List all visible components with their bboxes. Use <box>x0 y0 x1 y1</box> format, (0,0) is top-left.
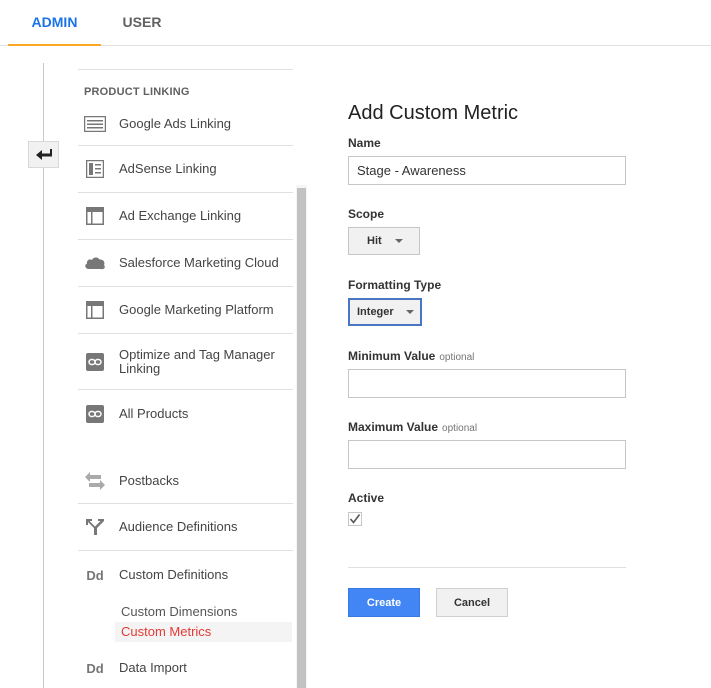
nav-item-all-products[interactable]: All Products <box>78 390 293 438</box>
chevron-down-icon <box>405 310 414 314</box>
ads-icon <box>84 113 106 135</box>
cloud-icon <box>84 252 106 274</box>
nav-item-adsense-linking[interactable]: AdSense Linking <box>78 146 293 193</box>
nav-item-label: Data Import <box>119 660 187 675</box>
audience-icon <box>84 516 106 538</box>
ad-exchange-icon <box>84 205 106 227</box>
nav-item-label: Ad Exchange Linking <box>119 208 242 223</box>
cancel-button[interactable]: Cancel <box>436 588 508 617</box>
create-button[interactable]: Create <box>348 588 420 617</box>
chevron-down-icon <box>394 239 403 243</box>
active-checkbox[interactable] <box>348 512 362 526</box>
section-title-product-linking: PRODUCT LINKING <box>84 86 190 98</box>
scope-select-value: Hit <box>367 235 382 247</box>
tab-user[interactable]: USER <box>101 0 183 46</box>
nav-item-label: AdSense Linking <box>119 161 217 176</box>
sub-item-custom-metrics[interactable]: Custom Metrics <box>115 622 292 642</box>
nav-item-optimize-tag-manager-linking[interactable]: Optimize and Tag Manager Linking <box>78 334 293 390</box>
nav-item-label: Postbacks <box>119 472 179 488</box>
nav-item-label: Google Ads Linking <box>119 116 232 131</box>
maximum-value-label-text: Maximum Value <box>348 420 439 434</box>
formatting-type-select-value: Integer <box>357 306 394 318</box>
nav-item-label: Custom Definitions <box>119 567 229 582</box>
tab-admin[interactable]: ADMIN <box>8 0 101 46</box>
nav-item-salesforce-marketing-cloud[interactable]: Salesforce Marketing Cloud <box>78 240 293 287</box>
form-title: Add Custom Metric <box>348 102 519 124</box>
dd-icon: Dd <box>84 657 106 679</box>
link-icon <box>84 351 106 373</box>
dd-glyph: Dd <box>86 567 104 583</box>
nav-item-google-ads-linking[interactable]: Google Ads Linking <box>78 103 293 146</box>
active-label: Active <box>348 491 385 505</box>
formatting-type-select[interactable]: Integer <box>348 298 422 326</box>
minimum-value-input[interactable] <box>348 369 626 398</box>
nav-item-label: Salesforce Marketing Cloud <box>119 255 279 270</box>
nav-item-google-marketing-platform[interactable]: Google Marketing Platform <box>78 287 293 334</box>
nav-item-ad-exchange-linking[interactable]: Ad Exchange Linking <box>78 193 293 240</box>
nav-item-label: Google Marketing Platform <box>119 302 274 317</box>
dd-icon: Dd <box>84 564 106 586</box>
dd-glyph: Dd <box>86 660 104 676</box>
maximum-value-input[interactable] <box>348 440 626 469</box>
nav-item-custom-definitions[interactable]: Dd Custom Definitions <box>78 551 293 599</box>
nav-item-postbacks[interactable]: Postbacks <box>78 458 293 504</box>
nav-item-audience-definitions[interactable]: Audience Definitions <box>78 504 293 551</box>
maximum-value-label: Maximum Value optional <box>348 420 477 434</box>
nav-top-divider <box>78 69 293 70</box>
name-label: Name <box>348 136 381 150</box>
sub-item-custom-dimensions[interactable]: Custom Dimensions <box>115 602 292 622</box>
collapse-back-button[interactable] <box>28 141 59 168</box>
optional-hint: optional <box>442 423 478 434</box>
scrollbar-thumb[interactable] <box>297 188 306 688</box>
minimum-value-label: Minimum Value optional <box>348 349 474 363</box>
nav-item-data-import[interactable]: Dd Data Import <box>78 646 293 688</box>
nav-item-label: Audience Definitions <box>119 519 238 534</box>
adsense-icon <box>84 158 106 180</box>
link-icon <box>84 403 106 425</box>
scope-label: Scope <box>348 207 385 221</box>
top-tab-bar: ADMIN USER <box>0 0 711 46</box>
marketing-platform-icon <box>84 299 106 321</box>
nav-item-label: Optimize and Tag Manager Linking <box>119 346 275 376</box>
formatting-type-label: Formatting Type <box>348 278 442 292</box>
form-divider <box>348 567 626 568</box>
name-input[interactable] <box>348 156 626 185</box>
minimum-value-label-text: Minimum Value <box>348 349 436 363</box>
scope-select[interactable]: Hit <box>348 227 420 255</box>
back-arrow-icon <box>35 148 52 160</box>
nav-item-label: All Products <box>119 406 189 421</box>
optional-hint: optional <box>439 352 475 363</box>
postbacks-icon <box>84 470 106 492</box>
